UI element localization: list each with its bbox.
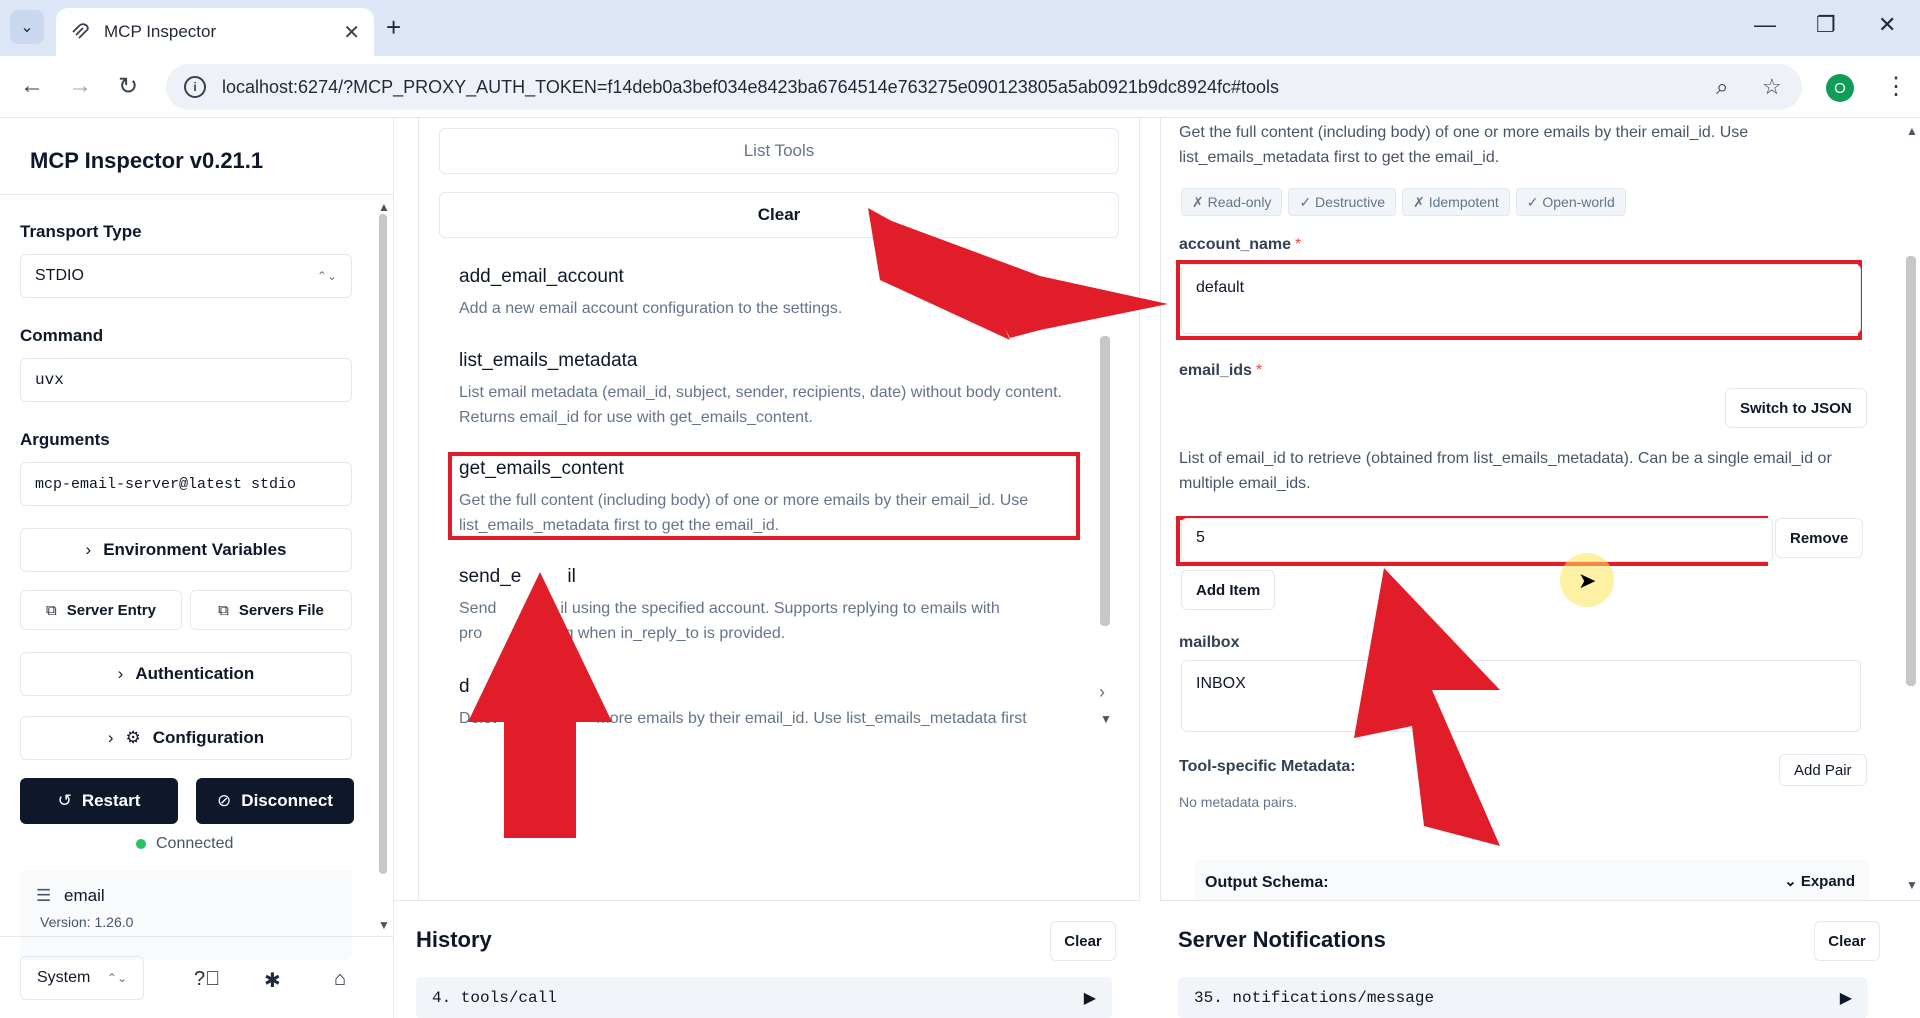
- mouse-cursor-icon: ➤: [1578, 568, 1597, 593]
- annotation-arrow-up-right: [1354, 568, 1500, 846]
- annotation-arrow-up-left: [468, 572, 612, 838]
- annotation-arrows: [468, 208, 1500, 846]
